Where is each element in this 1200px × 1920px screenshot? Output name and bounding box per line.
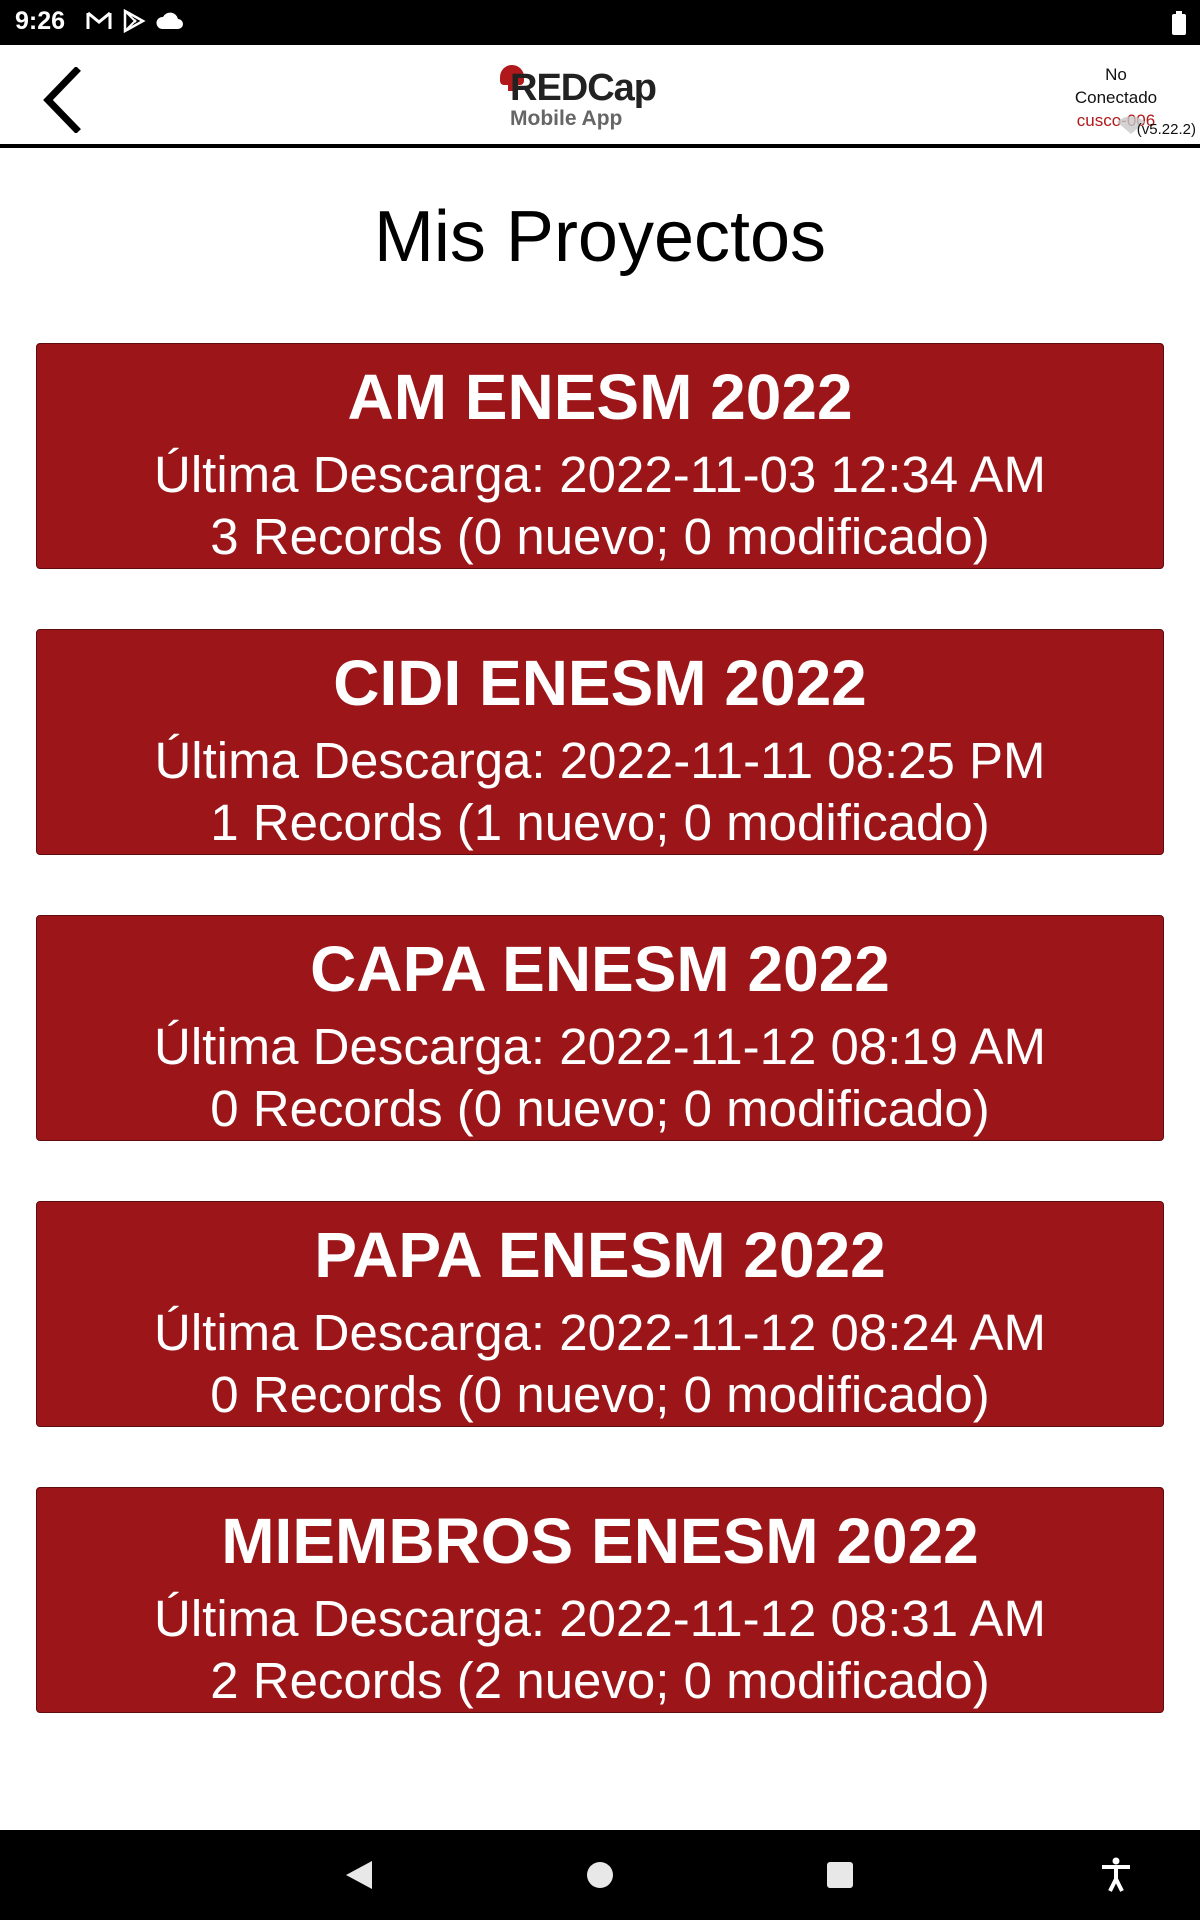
- project-last-download: Última Descarga: 2022-11-03 12:34 AM: [153, 446, 1047, 503]
- connection-line-2: Conectado: [1074, 88, 1158, 107]
- project-card-am[interactable]: AM ENESM 2022 Última Descarga: 2022-11-0…: [36, 343, 1164, 569]
- project-records: 2 Records (2 nuevo; 0 modificado): [210, 1652, 990, 1709]
- project-last-download: Última Descarga: 2022-11-12 08:31 AM: [153, 1590, 1047, 1647]
- project-last-download: Última Descarga: 2022-11-11 08:25 PM: [154, 732, 1046, 789]
- project-records: 1 Records (1 nuevo; 0 modificado): [210, 794, 990, 851]
- recents-square-icon: [827, 1862, 853, 1888]
- status-icons: [86, 9, 184, 33]
- play-store-icon: [122, 9, 146, 33]
- project-card-cidi[interactable]: CIDI ENESM 2022 Última Descarga: 2022-11…: [36, 629, 1164, 855]
- project-title: CIDI ENESM 2022: [333, 647, 867, 719]
- logo-sub-text: Mobile App: [510, 107, 623, 130]
- app-header: REDCap Mobile App No Conectado cusco-006…: [0, 45, 1200, 148]
- project-card-miembros[interactable]: MIEMBROS ENESM 2022 Última Descarga: 202…: [36, 1487, 1164, 1713]
- page-title: Mis Proyectos: [373, 197, 827, 277]
- back-button[interactable]: [32, 67, 92, 133]
- nav-home-button[interactable]: [555, 1830, 645, 1920]
- accessibility-button[interactable]: [1071, 1830, 1161, 1920]
- project-records: 3 Records (0 nuevo; 0 modificado): [210, 508, 990, 565]
- gmail-icon: [86, 11, 112, 31]
- system-nav-bar: [0, 1830, 1200, 1920]
- connection-status[interactable]: No Conectado cusco-006 (v5.22.2): [1036, 63, 1196, 143]
- project-last-download: Última Descarga: 2022-11-12 08:19 AM: [153, 1018, 1047, 1075]
- project-card-papa[interactable]: PAPA ENESM 2022 Última Descarga: 2022-11…: [36, 1201, 1164, 1427]
- project-title: CAPA ENESM 2022: [310, 933, 890, 1005]
- battery-icon: [1172, 11, 1186, 40]
- accessibility-icon: [1102, 1857, 1130, 1892]
- chevron-left-icon: [43, 67, 81, 133]
- connection-line-1: No: [1105, 65, 1127, 84]
- project-title: PAPA ENESM 2022: [314, 1219, 886, 1291]
- project-title: AM ENESM 2022: [347, 361, 853, 433]
- cloud-icon: [156, 12, 184, 30]
- project-title: MIEMBROS ENESM 2022: [221, 1505, 979, 1577]
- nav-recents-button[interactable]: [795, 1830, 885, 1920]
- status-time: 9:26: [15, 7, 66, 35]
- project-last-download: Última Descarga: 2022-11-12 08:24 AM: [153, 1304, 1047, 1361]
- project-records: 0 Records (0 nuevo; 0 modificado): [210, 1366, 990, 1423]
- redcap-logo: REDCap Mobile App: [496, 63, 676, 133]
- app-version: (v5.22.2): [1136, 121, 1196, 138]
- nav-back-button[interactable]: [314, 1830, 404, 1920]
- project-card-capa[interactable]: CAPA ENESM 2022 Última Descarga: 2022-11…: [36, 915, 1164, 1141]
- status-bar: 9:26: [0, 0, 1200, 45]
- project-records: 0 Records (0 nuevo; 0 modificado): [210, 1080, 990, 1137]
- back-triangle-icon: [346, 1861, 372, 1889]
- home-circle-icon: [587, 1862, 613, 1888]
- logo-main-text: REDCap: [510, 67, 657, 109]
